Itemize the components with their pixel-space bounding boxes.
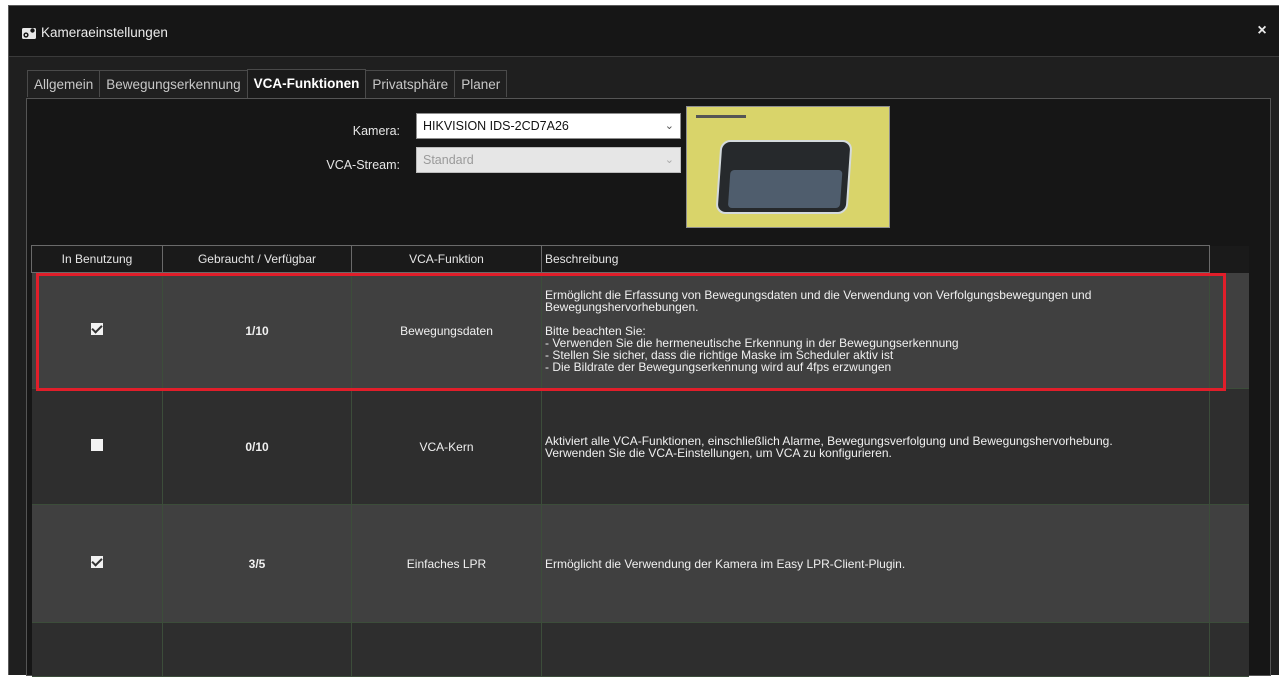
camera-preview-thumbnail [686,106,890,228]
usage-cell: 1/10 [162,272,352,389]
description-cell: Ermöglicht die Erfassung von Bewegungsda… [541,272,1210,389]
in-use-checkbox[interactable] [90,439,103,451]
title-bar: Kameraeinstellungen × [9,6,1279,57]
usage-cell [162,622,352,677]
close-button[interactable]: × [1253,20,1271,42]
usage-cell: 0/10 [162,388,352,505]
vca-functions-table: In Benutzung Gebraucht / Verfügbar VCA-F… [31,245,1249,677]
function-cell [351,622,542,677]
vca-stream-select: Standard ⌄ [416,147,681,173]
tab-allgemein[interactable]: Allgemein [27,70,101,97]
column-header-used-available[interactable]: Gebraucht / Verfügbar [162,245,352,273]
preview-timestamp [696,115,746,118]
column-header-in-use[interactable]: In Benutzung [31,245,163,273]
description-cell: Ermöglicht die Verwendung der Kamera im … [541,504,1210,623]
camera-label: Kamera: [352,124,400,138]
in-use-cell[interactable] [31,272,163,389]
vca-stream-label: VCA-Stream: [326,158,400,172]
function-cell: Bewegungsdaten [351,272,542,389]
camera-select-value: HIKVISION IDS-2CD7A26 [423,119,569,133]
table-row[interactable]: 0/10 VCA-Kern Aktiviert alle VCA-Funktio… [31,388,1249,505]
vca-stream-select-value: Standard [423,153,474,167]
row-filler [1209,504,1249,623]
camera-select[interactable]: HIKVISION IDS-2CD7A26 ⌄ [416,113,681,139]
preview-scene [715,140,853,214]
tab-vca-funktionen[interactable]: VCA-Funktionen [246,69,367,98]
close-icon[interactable]: × [1257,22,1266,39]
column-header-description[interactable]: Beschreibung [541,245,1210,273]
row-filler [1209,272,1249,389]
in-use-cell[interactable] [31,504,163,623]
table-row[interactable]: 1/10 Bewegungsdaten Ermöglicht die Erfas… [31,272,1249,389]
table-row[interactable] [31,622,1249,677]
preview-road [727,170,843,208]
tab-bewegungserkennung[interactable]: Bewegungserkennung [99,70,248,97]
table-row[interactable]: 3/5 Einfaches LPR Ermöglicht die Verwend… [31,504,1249,623]
table-header-row: In Benutzung Gebraucht / Verfügbar VCA-F… [31,245,1249,273]
usage-cell: 3/5 [162,504,352,623]
chevron-down-icon: ⌄ [664,154,674,166]
row-filler [1209,388,1249,505]
function-cell: Einfaches LPR [351,504,542,623]
camera-gear-icon [22,28,36,39]
chevron-down-icon[interactable]: ⌄ [665,114,674,138]
tab-privatsphaere[interactable]: Privatsphäre [365,70,456,97]
in-use-cell[interactable] [31,388,163,505]
row-filler [1209,622,1249,677]
column-header-vca-function[interactable]: VCA-Funktion [351,245,542,273]
description-cell [541,622,1210,677]
in-use-checkbox[interactable] [90,556,103,568]
in-use-cell[interactable] [31,622,163,677]
window-title: Kameraeinstellungen [41,25,168,40]
function-cell: VCA-Kern [351,388,542,505]
description-cell: Aktiviert alle VCA-Funktionen, einschlie… [541,388,1210,505]
in-use-checkbox[interactable] [90,323,103,335]
column-header-filler [1209,245,1249,273]
tab-bar: Allgemein Bewegungserkennung VCA-Funktio… [27,69,508,98]
tab-planer[interactable]: Planer [454,70,508,97]
